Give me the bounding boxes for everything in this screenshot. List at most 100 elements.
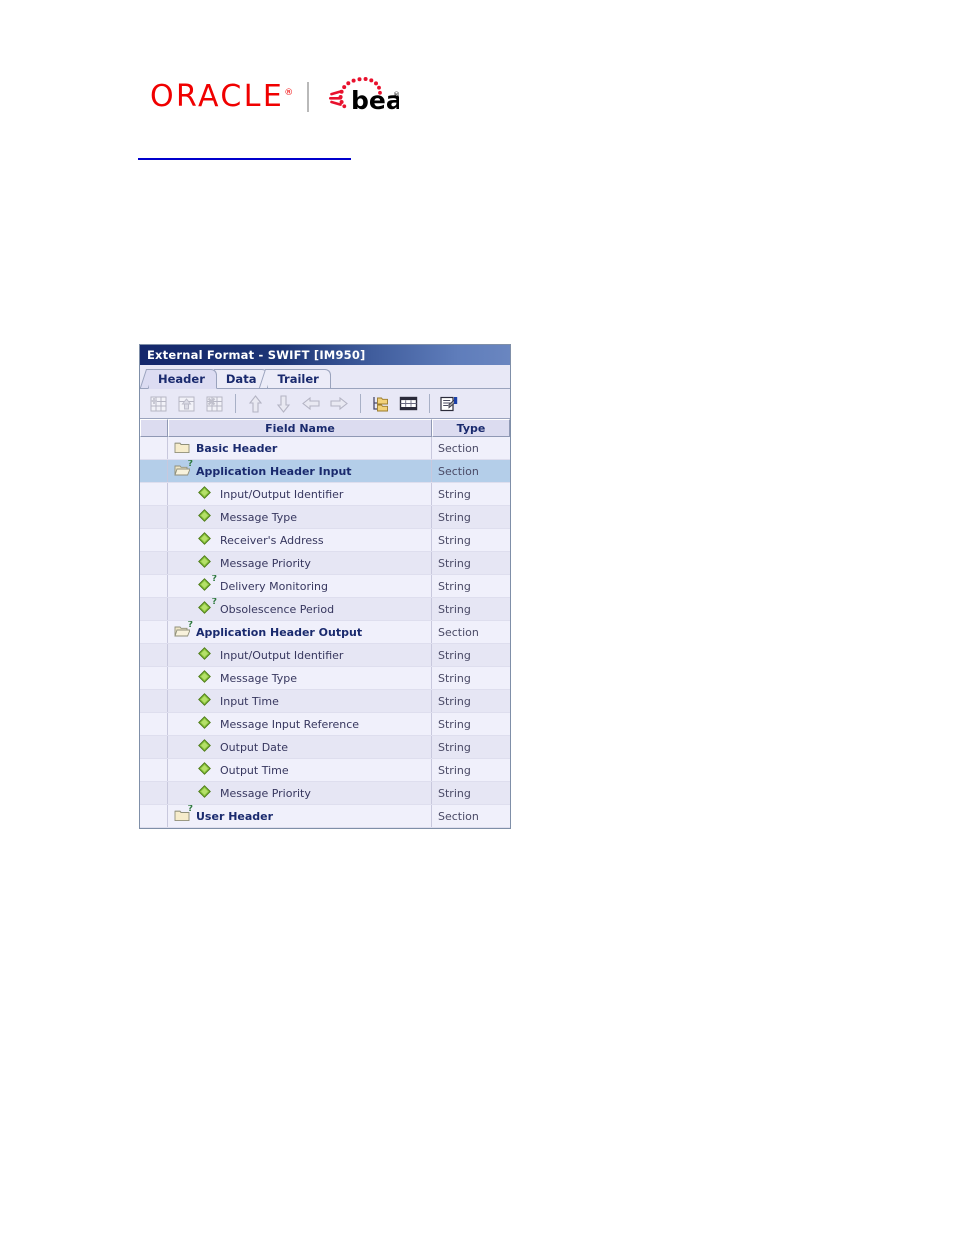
row-gutter-cell[interactable] — [140, 483, 168, 505]
table-row[interactable]: ? Delivery Monitoring String — [140, 575, 510, 598]
move-down-button[interactable] — [270, 392, 296, 416]
row-gutter-cell[interactable] — [140, 805, 168, 827]
row-field-name-cell[interactable]: ? Delivery Monitoring — [168, 575, 432, 597]
oracle-wordmark-text: ORACLE — [150, 79, 285, 114]
row-type-cell[interactable]: String — [432, 575, 510, 597]
row-field-name-cell[interactable]: Basic Header — [168, 437, 432, 459]
row-gutter-cell[interactable] — [140, 782, 168, 804]
row-field-name-label: Message Input Reference — [220, 717, 360, 731]
table-row[interactable]: Input/Output Identifier String — [140, 644, 510, 667]
row-type-cell[interactable]: Section — [432, 437, 510, 459]
row-gutter-cell[interactable] — [140, 437, 168, 459]
field-diamond-icon — [198, 739, 211, 752]
row-type-cell[interactable]: String — [432, 713, 510, 735]
table-row[interactable]: Output Time String — [140, 759, 510, 782]
window-titlebar: External Format - SWIFT [IM950] — [140, 345, 510, 365]
new-record-button[interactable] — [145, 392, 171, 416]
oracle-wordmark: ORACLE® — [150, 82, 293, 112]
table-row[interactable]: Input Time String — [140, 690, 510, 713]
row-field-name-label: Input Time — [220, 694, 279, 708]
brand-logo: ORACLE® bea ® — [150, 74, 399, 120]
table-row[interactable]: ? User Header Section — [140, 805, 510, 828]
table-row[interactable]: Message Type String — [140, 506, 510, 529]
arrow-right-icon — [330, 396, 348, 411]
row-type-cell[interactable]: String — [432, 759, 510, 781]
row-gutter-cell[interactable] — [140, 552, 168, 574]
row-field-name-cell[interactable]: Message Input Reference — [168, 713, 432, 735]
row-type-cell[interactable]: Section — [432, 805, 510, 827]
row-type-cell[interactable]: String — [432, 552, 510, 574]
row-field-name-cell[interactable]: Message Type — [168, 667, 432, 689]
row-gutter-cell[interactable] — [140, 690, 168, 712]
field-diamond-icon — [198, 647, 216, 663]
row-type-cell[interactable]: String — [432, 506, 510, 528]
row-gutter-cell[interactable] — [140, 460, 168, 482]
row-field-name-cell[interactable]: Message Priority — [168, 552, 432, 574]
table-row[interactable]: Message Type String — [140, 667, 510, 690]
table-row[interactable]: Message Priority String — [140, 552, 510, 575]
row-type-cell[interactable]: String — [432, 690, 510, 712]
delete-record-button[interactable] — [201, 392, 227, 416]
row-field-name-cell[interactable]: ? Application Header Output — [168, 621, 432, 643]
row-field-name-cell[interactable]: Input Time — [168, 690, 432, 712]
row-field-name-cell[interactable]: ? User Header — [168, 805, 432, 827]
row-type-cell[interactable]: Section — [432, 621, 510, 643]
table-row[interactable]: Output Date String — [140, 736, 510, 759]
row-gutter-cell[interactable] — [140, 644, 168, 666]
field-diamond-icon — [198, 670, 216, 686]
row-gutter-cell[interactable] — [140, 736, 168, 758]
row-type-cell[interactable]: String — [432, 736, 510, 758]
row-gutter-cell[interactable] — [140, 529, 168, 551]
table-row[interactable]: ? Obsolescence Period String — [140, 598, 510, 621]
row-gutter-cell[interactable] — [140, 621, 168, 643]
row-type-cell[interactable]: String — [432, 644, 510, 666]
row-field-name-label: Message Type — [220, 671, 297, 685]
row-gutter-cell[interactable] — [140, 506, 168, 528]
row-type-cell[interactable]: String — [432, 667, 510, 689]
demote-button[interactable] — [326, 392, 352, 416]
row-field-name-cell[interactable]: Output Time — [168, 759, 432, 781]
table-row[interactable]: Message Priority String — [140, 782, 510, 805]
row-gutter-cell[interactable] — [140, 759, 168, 781]
row-field-name-cell[interactable]: ? Obsolescence Period — [168, 598, 432, 620]
row-type-cell[interactable]: String — [432, 483, 510, 505]
arrow-left-icon — [302, 396, 320, 411]
table-row[interactable]: Basic Header Section — [140, 437, 510, 460]
row-field-name-cell[interactable]: Input/Output Identifier — [168, 483, 432, 505]
properties-button[interactable] — [436, 392, 462, 416]
bea-wordmark-text: bea — [351, 86, 399, 115]
grid-view-button[interactable] — [395, 392, 421, 416]
row-type-cell[interactable]: String — [432, 782, 510, 804]
table-row[interactable]: Message Input Reference String — [140, 713, 510, 736]
table-row[interactable]: ? Application Header Output Section — [140, 621, 510, 644]
row-gutter-cell[interactable] — [140, 598, 168, 620]
row-field-name-label: Input/Output Identifier — [220, 487, 344, 501]
row-gutter-cell[interactable] — [140, 667, 168, 689]
row-type-cell[interactable]: String — [432, 529, 510, 551]
row-field-name-cell[interactable]: Message Priority — [168, 782, 432, 804]
tab-header[interactable]: Header — [148, 369, 217, 389]
row-type-cell[interactable]: Section — [432, 460, 510, 482]
svg-text:®: ® — [393, 91, 399, 99]
promote-button[interactable] — [298, 392, 324, 416]
column-header-gutter[interactable] — [140, 419, 168, 437]
tree-view-button[interactable] — [367, 392, 393, 416]
row-gutter-cell[interactable] — [140, 575, 168, 597]
move-up-button[interactable] — [242, 392, 268, 416]
table-row[interactable]: ? Application Header Input Section — [140, 460, 510, 483]
row-type-cell[interactable]: String — [432, 598, 510, 620]
optional-marker-icon: ? — [187, 460, 193, 469]
row-field-name-label: Input/Output Identifier — [220, 648, 344, 662]
row-gutter-cell[interactable] — [140, 713, 168, 735]
tab-trailer[interactable]: Trailer — [267, 369, 331, 388]
copy-record-button[interactable] — [173, 392, 199, 416]
table-row[interactable]: Receiver's Address String — [140, 529, 510, 552]
row-field-name-cell[interactable]: Receiver's Address — [168, 529, 432, 551]
row-field-name-cell[interactable]: Output Date — [168, 736, 432, 758]
table-row[interactable]: Input/Output Identifier String — [140, 483, 510, 506]
column-header-type[interactable]: Type — [432, 419, 510, 437]
row-field-name-cell[interactable]: Message Type — [168, 506, 432, 528]
column-header-field-name[interactable]: Field Name — [168, 419, 432, 437]
row-field-name-cell[interactable]: Input/Output Identifier — [168, 644, 432, 666]
row-field-name-cell[interactable]: ? Application Header Input — [168, 460, 432, 482]
